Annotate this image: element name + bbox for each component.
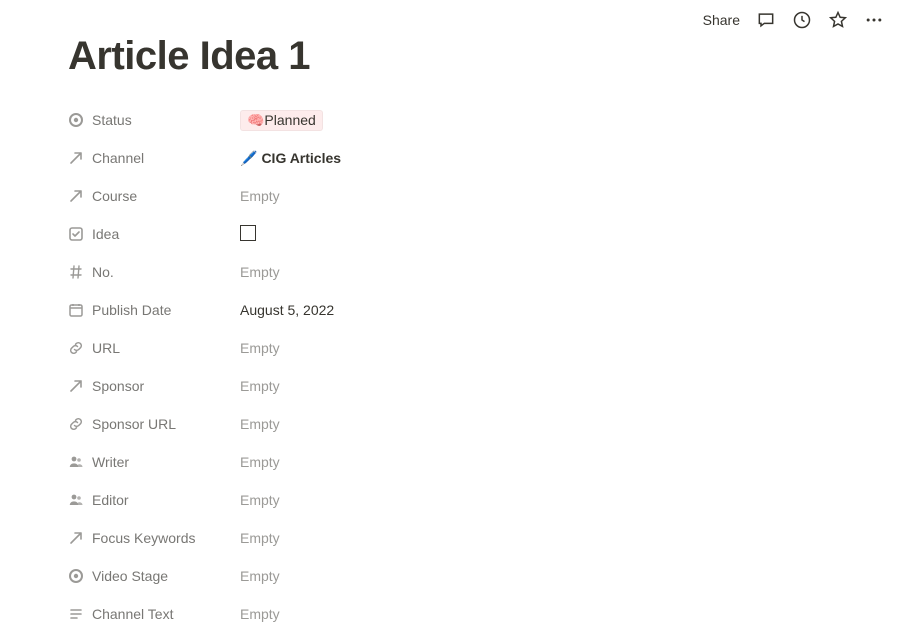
property-label-publish_date[interactable]: Publish Date [68, 302, 240, 318]
property-row-idea: Idea [68, 215, 830, 253]
property-row-status: Status 🧠Planned [68, 101, 830, 139]
property-label-sponsor[interactable]: Sponsor [68, 378, 240, 394]
comments-icon[interactable] [756, 10, 776, 30]
number-icon [68, 264, 84, 280]
property-value-course[interactable]: Empty [240, 188, 830, 204]
property-label-text: Writer [92, 454, 129, 470]
property-label-focus_keywords[interactable]: Focus Keywords [68, 530, 240, 546]
property-label-text: Focus Keywords [92, 530, 195, 546]
url-icon [68, 340, 84, 356]
url-icon [68, 416, 84, 432]
property-row-course: Course Empty [68, 177, 830, 215]
property-value-publish_date[interactable]: August 5, 2022 [240, 302, 830, 318]
property-label-editor[interactable]: Editor [68, 492, 240, 508]
property-value-no[interactable]: Empty [240, 264, 830, 280]
status-icon [68, 112, 84, 128]
property-value-channel_text[interactable]: Empty [240, 606, 830, 622]
property-label-video_stage[interactable]: Video Stage [68, 568, 240, 584]
property-value-video_stage[interactable]: Empty [240, 568, 830, 584]
relation-page-icon: 🖊️ [240, 150, 257, 167]
property-empty-value[interactable]: Empty [240, 340, 280, 356]
property-empty-value[interactable]: Empty [240, 568, 280, 584]
checkbox-input[interactable] [240, 225, 256, 241]
property-value-writer[interactable]: Empty [240, 454, 830, 470]
property-empty-value[interactable]: Empty [240, 416, 280, 432]
property-label-text: Status [92, 112, 132, 128]
person-icon [68, 492, 84, 508]
property-label-url[interactable]: URL [68, 340, 240, 356]
relation-icon [68, 530, 84, 546]
property-label-text: Channel Text [92, 606, 173, 622]
share-button[interactable]: Share [703, 12, 740, 28]
relation-icon [68, 378, 84, 394]
property-value-idea[interactable] [240, 225, 830, 244]
favorite-icon[interactable] [828, 10, 848, 30]
property-label-sponsor_url[interactable]: Sponsor URL [68, 416, 240, 432]
relation-icon [68, 150, 84, 166]
property-value-editor[interactable]: Empty [240, 492, 830, 508]
property-label-text: URL [92, 340, 120, 356]
property-empty-value[interactable]: Empty [240, 492, 280, 508]
property-text-value[interactable]: August 5, 2022 [240, 302, 334, 318]
property-row-sponsor: Sponsor Empty [68, 367, 830, 405]
page-title[interactable]: Article Idea 1 [68, 34, 830, 79]
updates-icon[interactable] [792, 10, 812, 30]
property-row-focus_keywords: Focus Keywords Empty [68, 519, 830, 557]
property-value-channel[interactable]: 🖊️CIG Articles [240, 150, 830, 167]
property-empty-value[interactable]: Empty [240, 454, 280, 470]
property-empty-value[interactable]: Empty [240, 264, 280, 280]
date-icon [68, 302, 84, 318]
relation-icon [68, 188, 84, 204]
property-label-text: Course [92, 188, 137, 204]
property-empty-value[interactable]: Empty [240, 530, 280, 546]
text-icon [68, 606, 84, 622]
page-content: Article Idea 1 Status 🧠Planned Channel 🖊️CI… [0, 34, 898, 633]
property-row-editor: Editor Empty [68, 481, 830, 519]
relation-value[interactable]: 🖊️CIG Articles [240, 150, 341, 167]
property-row-no: No. Empty [68, 253, 830, 291]
property-row-writer: Writer Empty [68, 443, 830, 481]
property-label-text: Sponsor [92, 378, 144, 394]
property-label-text: Editor [92, 492, 129, 508]
property-label-text: Channel [92, 150, 144, 166]
property-value-focus_keywords[interactable]: Empty [240, 530, 830, 546]
property-empty-value[interactable]: Empty [240, 378, 280, 394]
property-row-url: URL Empty [68, 329, 830, 367]
relation-page-title: CIG Articles [261, 150, 341, 166]
property-label-text: Publish Date [92, 302, 171, 318]
property-empty-value[interactable]: Empty [240, 606, 280, 622]
status-icon [68, 568, 84, 584]
property-row-sponsor_url: Sponsor URL Empty [68, 405, 830, 443]
property-row-publish_date: Publish Date August 5, 2022 [68, 291, 830, 329]
property-label-idea[interactable]: Idea [68, 226, 240, 242]
property-label-no[interactable]: No. [68, 264, 240, 280]
property-label-text: No. [92, 264, 114, 280]
property-value-status[interactable]: 🧠Planned [240, 110, 830, 131]
property-value-sponsor_url[interactable]: Empty [240, 416, 830, 432]
property-value-sponsor[interactable]: Empty [240, 378, 830, 394]
property-row-channel: Channel 🖊️CIG Articles [68, 139, 830, 177]
status-tag[interactable]: 🧠Planned [240, 110, 323, 131]
property-label-text: Video Stage [92, 568, 168, 584]
property-label-status[interactable]: Status [68, 112, 240, 128]
property-label-text: Idea [92, 226, 119, 242]
property-row-channel_text: Channel Text Empty [68, 595, 830, 633]
property-label-writer[interactable]: Writer [68, 454, 240, 470]
properties-list: Status 🧠Planned Channel 🖊️CIG Articles Cours… [68, 101, 830, 633]
person-icon [68, 454, 84, 470]
property-empty-value[interactable]: Empty [240, 188, 280, 204]
property-label-channel_text[interactable]: Channel Text [68, 606, 240, 622]
property-label-text: Sponsor URL [92, 416, 176, 432]
property-label-course[interactable]: Course [68, 188, 240, 204]
property-value-url[interactable]: Empty [240, 340, 830, 356]
checkbox-icon [68, 226, 84, 242]
more-icon[interactable] [864, 10, 884, 30]
property-label-channel[interactable]: Channel [68, 150, 240, 166]
property-row-video_stage: Video Stage Empty [68, 557, 830, 595]
